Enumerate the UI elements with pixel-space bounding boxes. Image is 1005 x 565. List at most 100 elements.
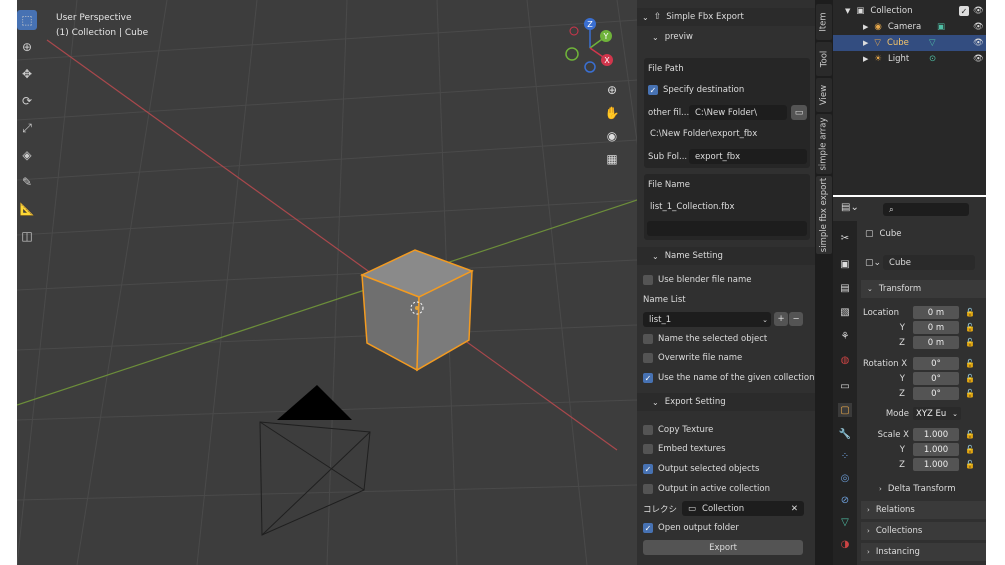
render-icon[interactable]: ▣ [838, 257, 852, 271]
cursor-icon[interactable]: ⊕ [17, 37, 37, 57]
camera-object[interactable] [252, 380, 392, 540]
collection-props-icon[interactable]: ▭ [838, 379, 852, 393]
name-setting-header[interactable]: ⌄ Name Setting [637, 247, 815, 265]
outliner-row-cube[interactable]: ▶ ▽ Cube ▽ 👁 [833, 35, 986, 51]
collection-field[interactable]: ▭ Collection ✕ [682, 501, 804, 516]
name-selected-checkbox[interactable]: Name the selected object [637, 330, 815, 348]
object-props-icon[interactable]: ▢ [838, 403, 852, 417]
instancing-header[interactable]: › Instancing [861, 543, 986, 561]
lock-icon[interactable]: 🔓 [965, 338, 975, 348]
lock-icon[interactable]: 🔓 [965, 460, 975, 470]
eye-icon[interactable]: 👁 [973, 54, 984, 64]
eye-icon[interactable]: 👁 [973, 22, 984, 32]
annotate-icon[interactable]: ✎ [17, 172, 37, 192]
lock-icon[interactable]: 🔓 [965, 359, 975, 369]
hand-icon[interactable]: ✋ [602, 103, 622, 123]
location-y-field[interactable]: 0 m [913, 321, 959, 334]
sub-folder-input[interactable]: export_fbx [689, 149, 807, 164]
output-active-checkbox[interactable]: Output in active collection [637, 480, 815, 498]
eye-icon[interactable]: 👁 [973, 38, 984, 48]
remove-list-button[interactable]: − [789, 312, 803, 326]
lock-icon[interactable]: 🔓 [965, 430, 975, 440]
output-icon[interactable]: ▤ [838, 281, 852, 295]
modifier-icon[interactable]: 🔧 [838, 427, 852, 441]
location-x-field[interactable]: 0 m [913, 306, 959, 319]
folder-browse-icon[interactable]: ▭ [791, 105, 807, 120]
tab-simple-fbx-export[interactable]: simple fbx export [816, 176, 832, 254]
lock-icon[interactable]: 🔓 [965, 308, 975, 318]
file-name-input[interactable] [647, 221, 807, 236]
editor-type-icon[interactable]: ▤⌄ [841, 202, 859, 213]
use-collection-name-checkbox[interactable]: ✓ Use the name of the given collection [637, 369, 815, 387]
properties-search-input[interactable]: ⌕ [883, 203, 969, 216]
move-icon[interactable]: ✥ [17, 64, 37, 84]
lock-icon[interactable]: 🔓 [965, 374, 975, 384]
eye-icon[interactable]: 👁 [973, 6, 984, 16]
rotation-x-field[interactable]: 0° [913, 357, 959, 370]
measure-icon[interactable]: 📐 [17, 199, 37, 219]
constraints-icon[interactable]: ⊘ [838, 493, 852, 507]
lock-icon[interactable]: 🔓 [965, 323, 975, 333]
transform-panel-header[interactable]: ⌄ Transform [861, 280, 986, 298]
expand-arrow-icon[interactable]: ▼ [845, 7, 850, 15]
outliner-row-camera[interactable]: ▶ ◉ Camera ▣ 👁 [833, 19, 986, 35]
other-file-input[interactable]: C:\New Folder\ [689, 105, 787, 120]
clear-icon[interactable]: ✕ [791, 504, 798, 514]
scale-icon[interactable]: ⤢ [17, 118, 37, 138]
rotate-icon[interactable]: ⟳ [17, 91, 37, 111]
scale-x-field[interactable]: 1.000 [913, 428, 959, 441]
rotation-z-field[interactable]: 0° [913, 387, 959, 400]
scale-z-field[interactable]: 1.000 [913, 458, 959, 471]
scale-y-field[interactable]: 1.000 [913, 443, 959, 456]
location-z-field[interactable]: 0 m [913, 336, 959, 349]
delta-transform-header[interactable]: › Delta Transform [861, 480, 986, 498]
embed-textures-checkbox[interactable]: Embed textures [637, 440, 815, 458]
open-output-folder-checkbox[interactable]: ✓ Open output folder [637, 519, 815, 537]
tab-item[interactable]: Item [816, 4, 832, 40]
outliner-row-light[interactable]: ▶ ☀ Light ⊙ 👁 [833, 51, 986, 67]
cube-object[interactable] [357, 245, 477, 375]
name-list-dropdown[interactable]: list_1 ⌄ [643, 312, 771, 327]
physics-icon[interactable]: ◎ [838, 471, 852, 485]
rotation-mode-dropdown[interactable]: XYZ Eu ⌄ [913, 407, 961, 420]
add-cube-icon[interactable]: ◫ [17, 226, 37, 246]
previw-subpanel-header[interactable]: ⌄ previw [637, 28, 815, 46]
output-selected-checkbox[interactable]: ✓ Output selected objects [637, 460, 815, 478]
export-button[interactable]: Export [643, 540, 803, 555]
data-icon[interactable]: ▽ [838, 515, 852, 529]
specify-destination-checkbox[interactable]: ✓ Specify destination [648, 85, 744, 95]
scene-icon[interactable]: ⚘ [838, 329, 852, 343]
lock-icon[interactable]: 🔓 [965, 389, 975, 399]
tool-settings-icon[interactable]: ✂ [838, 231, 852, 245]
tab-view[interactable]: View [816, 78, 832, 112]
outliner-row-collection[interactable]: ▼ ▣ Collection ✓ 👁 [833, 3, 986, 19]
world-icon[interactable]: ◍ [838, 353, 852, 367]
rotation-y-field[interactable]: 0° [913, 372, 959, 385]
zoom-icon[interactable]: ⊕ [602, 80, 622, 100]
addon-panel-header[interactable]: ⌄ ⇧ Simple Fbx Export [637, 8, 815, 26]
collections-header[interactable]: › Collections [861, 522, 986, 540]
tab-tool[interactable]: Tool [816, 42, 832, 76]
object-browse-icon[interactable]: ▢⌄ [865, 258, 881, 268]
particles-icon[interactable]: ⁘ [838, 449, 852, 463]
material-icon[interactable]: ◑ [838, 537, 852, 551]
navigation-gizmo[interactable]: Z Y X [562, 15, 622, 75]
checkbox-checked-icon[interactable]: ✓ [959, 6, 969, 16]
object-name-input[interactable]: Cube [883, 255, 976, 270]
expand-arrow-icon[interactable]: ▶ [863, 55, 868, 63]
tab-simple-array[interactable]: simple array [816, 114, 832, 174]
expand-arrow-icon[interactable]: ▶ [863, 23, 868, 31]
export-setting-header[interactable]: ⌄ Export Setting [637, 393, 815, 411]
use-blender-name-checkbox[interactable]: Use blender file name [637, 271, 815, 289]
expand-arrow-icon[interactable]: ▶ [863, 39, 868, 47]
transform-icon[interactable]: ◈ [17, 145, 37, 165]
select-icon[interactable]: ⬚ [17, 10, 37, 30]
relations-header[interactable]: › Relations [861, 501, 986, 519]
copy-texture-checkbox[interactable]: Copy Texture [637, 421, 815, 439]
add-list-button[interactable]: + [774, 312, 788, 326]
3d-viewport[interactable]: User Perspective (1) Collection | Cube ⬚… [17, 0, 637, 565]
grid-icon[interactable]: ▦ [602, 149, 622, 169]
camera-icon[interactable]: ◉ [602, 126, 622, 146]
overwrite-name-checkbox[interactable]: Overwrite file name [637, 349, 815, 367]
view-layer-icon[interactable]: ▧ [838, 305, 852, 319]
